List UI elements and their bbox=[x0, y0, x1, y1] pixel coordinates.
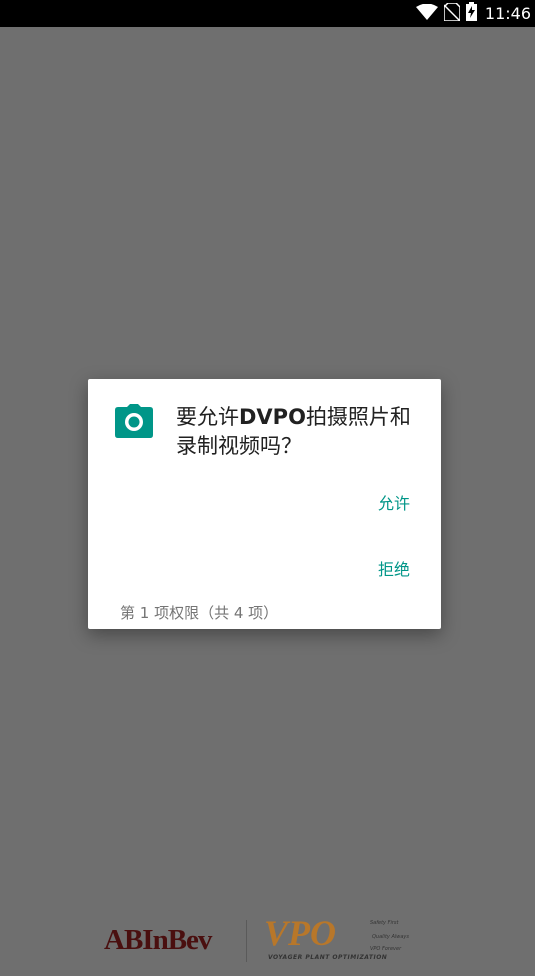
footer-logos: ABInBev VPO VOYAGER PLANT OPTIMIZATION S… bbox=[0, 913, 535, 976]
vpo-subtitle: VOYAGER PLANT OPTIMIZATION bbox=[268, 954, 388, 961]
wifi-icon bbox=[415, 3, 438, 24]
abinbev-logo: ABInBev bbox=[104, 924, 212, 956]
battery-charging-icon bbox=[465, 2, 477, 25]
deny-button[interactable]: 拒绝 bbox=[378, 556, 410, 580]
vpo-logo: VPO bbox=[264, 913, 336, 953]
status-icons: 11:46 bbox=[415, 0, 531, 27]
permission-dialog: 要允许DVPO拍摄照片和录制视频吗？ 允许 拒绝 第 1 项权限（共 4 项） bbox=[88, 379, 441, 629]
vpo-tagline-3: VPO Forever bbox=[370, 946, 402, 952]
permission-count: 第 1 项权限（共 4 项） bbox=[120, 604, 279, 622]
app-name: DVPO bbox=[239, 405, 306, 429]
status-bar: 11:46 bbox=[0, 0, 535, 27]
no-sim-icon bbox=[443, 1, 461, 25]
allow-button[interactable]: 允许 bbox=[378, 490, 410, 514]
vpo-tagline-1: Safety First bbox=[370, 920, 399, 926]
vpo-tagline-2: Quality Always bbox=[372, 934, 409, 940]
dialog-title: 要允许DVPO拍摄照片和录制视频吗？ bbox=[176, 403, 426, 461]
logo-divider bbox=[246, 920, 247, 962]
title-prefix: 要允许 bbox=[176, 405, 239, 429]
camera-icon bbox=[115, 404, 153, 438]
status-time: 11:46 bbox=[484, 4, 531, 23]
